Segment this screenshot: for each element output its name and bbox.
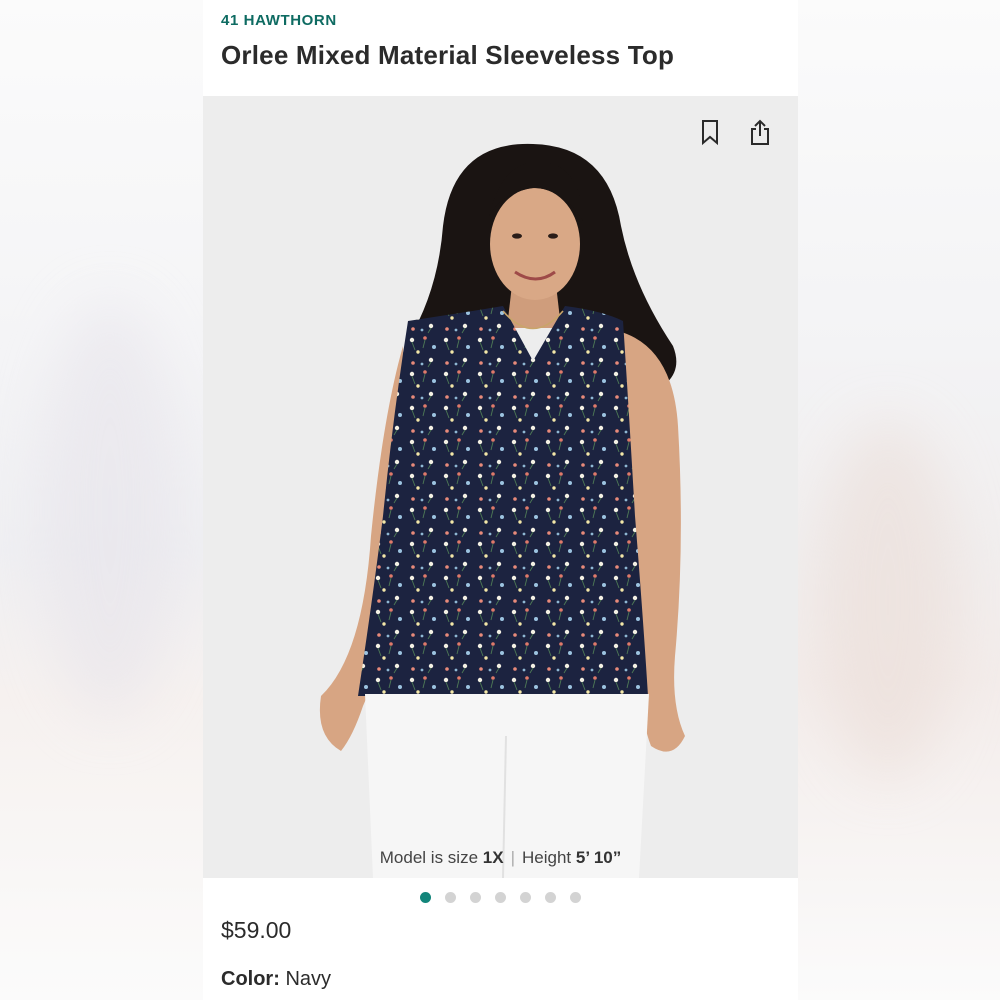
- caption-prefix: Model is size: [379, 848, 479, 867]
- model-size-caption: Model is size 1X | Height 5’ 10”: [203, 838, 798, 878]
- product-price: $59.00: [221, 917, 292, 943]
- share-icon[interactable]: [748, 118, 772, 146]
- right-backdrop: [798, 0, 1000, 1000]
- left-backdrop: [0, 0, 203, 1000]
- color-value: Navy: [285, 968, 332, 990]
- carousel-dot-7[interactable]: [570, 892, 581, 903]
- carousel-dot-1[interactable]: [420, 892, 431, 903]
- model-height: 5’ 10”: [575, 848, 622, 867]
- product-image[interactable]: [203, 96, 798, 878]
- carousel-dot-2[interactable]: [445, 892, 456, 903]
- caption-separator: |: [510, 848, 515, 867]
- color-label: Color:: [221, 968, 280, 990]
- bookmark-icon[interactable]: [698, 118, 722, 146]
- carousel-dot-6[interactable]: [545, 892, 556, 903]
- color-selection: Color: Navy: [221, 968, 331, 991]
- carousel-dot-3[interactable]: [470, 892, 481, 903]
- brand-name[interactable]: 41 HAWTHORN: [221, 12, 337, 29]
- carousel-dot-4[interactable]: [495, 892, 506, 903]
- product-card: 41 HAWTHORN Orlee Mixed Material Sleevel…: [203, 0, 798, 1000]
- model-size: 1X: [482, 848, 504, 867]
- model-photo-illustration: [319, 143, 685, 878]
- carousel-indicators: [203, 892, 798, 903]
- height-label: Height: [521, 848, 572, 867]
- product-title: Orlee Mixed Material Sleeveless Top: [221, 40, 675, 70]
- carousel-dot-5[interactable]: [520, 892, 531, 903]
